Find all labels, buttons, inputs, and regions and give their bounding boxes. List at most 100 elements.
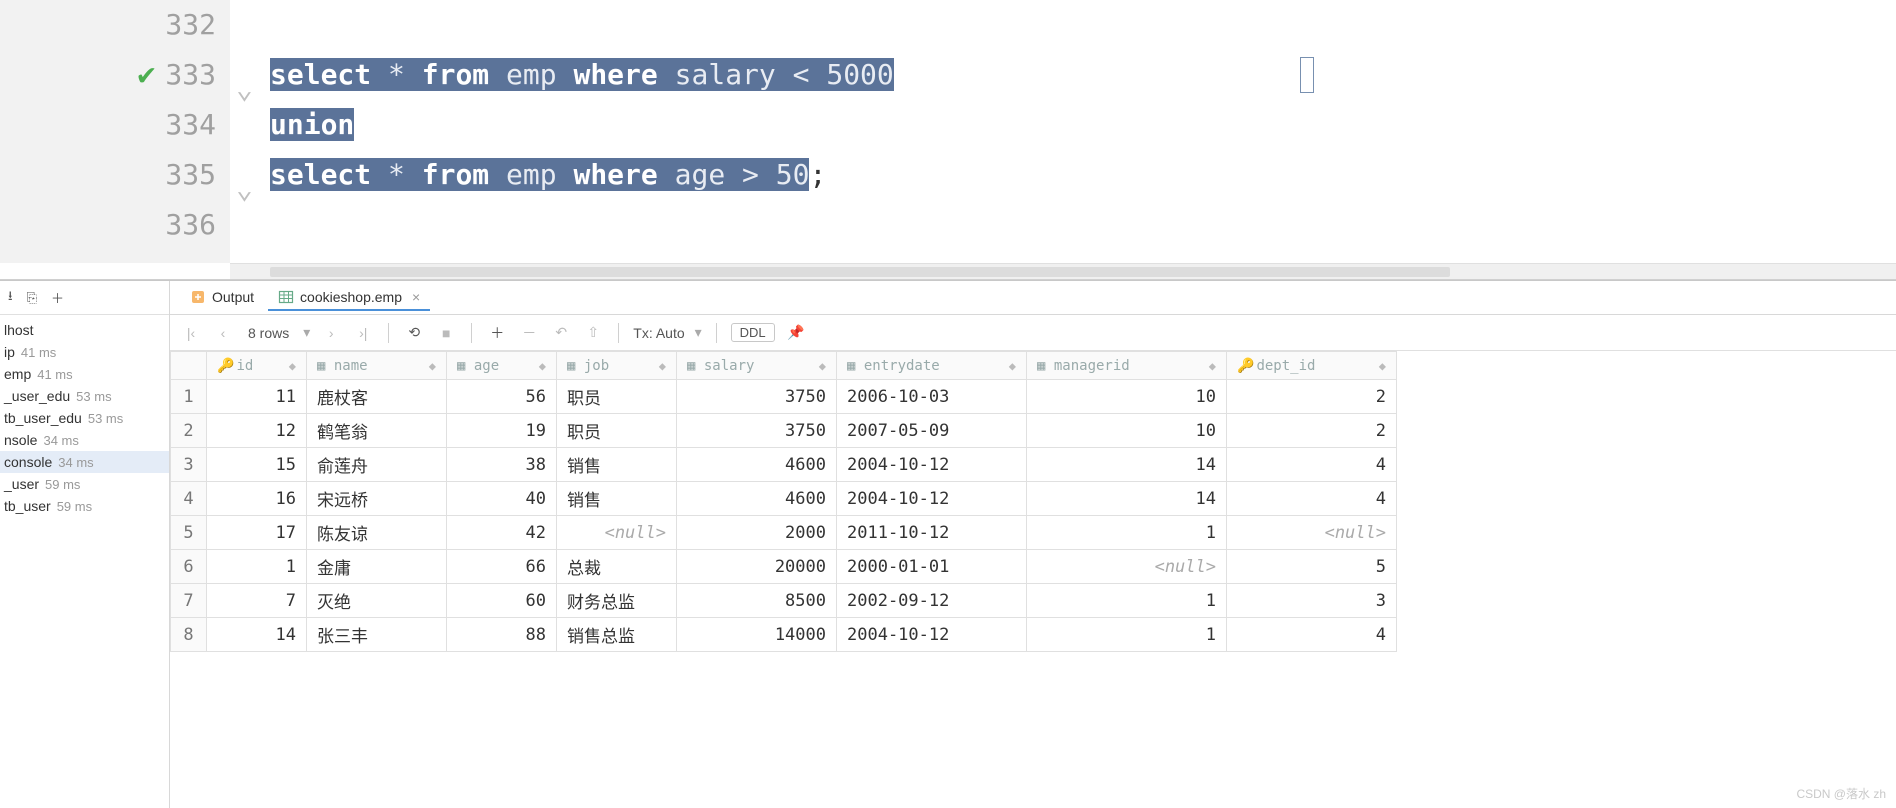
cell-age[interactable]: 60 <box>447 584 557 618</box>
column-header-managerid[interactable]: ▦ managerid◆ <box>1027 352 1227 380</box>
cell-managerid[interactable]: 1 <box>1027 618 1227 652</box>
service-item[interactable]: nsole34 ms <box>0 429 169 451</box>
cell-dept_id[interactable]: 3 <box>1227 584 1397 618</box>
cell-id[interactable]: 17 <box>207 516 307 550</box>
cell-dept_id[interactable]: <null> <box>1227 516 1397 550</box>
cell-salary[interactable]: 20000 <box>677 550 837 584</box>
cell-job[interactable]: 销售 <box>557 482 677 516</box>
cell-dept_id[interactable]: 2 <box>1227 380 1397 414</box>
code-line[interactable] <box>230 0 1896 50</box>
cell-age[interactable]: 66 <box>447 550 557 584</box>
cell-id[interactable]: 1 <box>207 550 307 584</box>
stop-icon[interactable]: ■ <box>435 322 457 344</box>
last-page-icon[interactable]: ›| <box>352 322 374 344</box>
download-icon[interactable]: ⭳ <box>8 287 13 309</box>
layout-icon[interactable]: ⎘ <box>27 290 37 306</box>
remove-row-icon[interactable]: － <box>518 322 540 344</box>
code-line[interactable]: ⌄select * from emp where age > 50; <box>230 150 1896 200</box>
column-header-id[interactable]: 🔑 id◆ <box>207 352 307 380</box>
fold-icon[interactable]: ⌄ <box>236 164 258 186</box>
cell-dept_id[interactable]: 2 <box>1227 414 1397 448</box>
cell-salary[interactable]: 2000 <box>677 516 837 550</box>
cell-job[interactable]: 销售总监 <box>557 618 677 652</box>
cell-entrydate[interactable]: 2006-10-03 <box>837 380 1027 414</box>
cell-age[interactable]: 88 <box>447 618 557 652</box>
cell-name[interactable]: 灭绝 <box>307 584 447 618</box>
scrollbar-thumb[interactable] <box>270 267 1450 277</box>
table-row[interactable]: 61金庸66总裁200002000-01-01<null>5 <box>171 550 1397 584</box>
table-row[interactable]: 814张三丰88销售总监140002004-10-1214 <box>171 618 1397 652</box>
table-row[interactable]: 416宋远桥40销售46002004-10-12144 <box>171 482 1397 516</box>
cell-salary[interactable]: 14000 <box>677 618 837 652</box>
service-item[interactable]: _user59 ms <box>0 473 169 495</box>
cell-name[interactable]: 陈友谅 <box>307 516 447 550</box>
cell-entrydate[interactable]: 2011-10-12 <box>837 516 1027 550</box>
service-item[interactable]: ip41 ms <box>0 341 169 363</box>
next-page-icon[interactable]: › <box>320 322 342 344</box>
cell-name[interactable]: 鹿杖客 <box>307 380 447 414</box>
cell-salary[interactable]: 4600 <box>677 482 837 516</box>
sort-icon[interactable]: ◆ <box>1009 359 1016 373</box>
tx-mode-label[interactable]: Tx: Auto <box>633 325 684 341</box>
code-line[interactable]: ⌄select * from emp where salary < 5000 <box>230 50 1896 100</box>
cell-name[interactable]: 张三丰 <box>307 618 447 652</box>
cell-age[interactable]: 40 <box>447 482 557 516</box>
cell-managerid[interactable]: 10 <box>1027 414 1227 448</box>
cell-age[interactable]: 56 <box>447 380 557 414</box>
table-row[interactable]: 315俞莲舟38销售46002004-10-12144 <box>171 448 1397 482</box>
table-row[interactable]: 517陈友谅42<null>20002011-10-121<null> <box>171 516 1397 550</box>
service-item[interactable]: _user_edu53 ms <box>0 385 169 407</box>
sort-icon[interactable]: ◆ <box>539 359 546 373</box>
cell-dept_id[interactable]: 5 <box>1227 550 1397 584</box>
service-item[interactable]: tb_user_edu53 ms <box>0 407 169 429</box>
cell-id[interactable]: 16 <box>207 482 307 516</box>
service-item[interactable]: emp41 ms <box>0 363 169 385</box>
cell-name[interactable]: 俞莲舟 <box>307 448 447 482</box>
cell-id[interactable]: 15 <box>207 448 307 482</box>
column-header-dept_id[interactable]: 🔑 dept_id◆ <box>1227 352 1397 380</box>
cell-age[interactable]: 19 <box>447 414 557 448</box>
service-item[interactable]: tb_user59 ms <box>0 495 169 517</box>
cell-age[interactable]: 42 <box>447 516 557 550</box>
sort-icon[interactable]: ◆ <box>659 359 666 373</box>
cell-entrydate[interactable]: 2004-10-12 <box>837 448 1027 482</box>
refresh-icon[interactable]: ⟲ <box>403 322 425 344</box>
cell-name[interactable]: 宋远桥 <box>307 482 447 516</box>
cell-job[interactable]: 职员 <box>557 414 677 448</box>
pin-icon[interactable]: 📌 <box>785 322 807 344</box>
code-lines[interactable]: ⌄select * from emp where salary < 5000un… <box>230 0 1896 263</box>
cell-managerid[interactable]: 14 <box>1027 482 1227 516</box>
cell-id[interactable]: 14 <box>207 618 307 652</box>
cell-name[interactable]: 金庸 <box>307 550 447 584</box>
sort-icon[interactable]: ◆ <box>429 359 436 373</box>
tx-dropdown-icon[interactable]: ▾ <box>695 324 702 341</box>
cell-salary[interactable]: 3750 <box>677 414 837 448</box>
tab-output[interactable]: Output <box>180 285 264 311</box>
cell-managerid[interactable]: 14 <box>1027 448 1227 482</box>
column-header-entrydate[interactable]: ▦ entrydate◆ <box>837 352 1027 380</box>
horizontal-scrollbar[interactable] <box>230 263 1896 279</box>
cell-job[interactable]: 职员 <box>557 380 677 414</box>
cell-entrydate[interactable]: 2002-09-12 <box>837 584 1027 618</box>
fold-icon[interactable]: ⌄ <box>236 64 258 86</box>
add-icon[interactable]: ＋ <box>51 288 64 307</box>
column-header-name[interactable]: ▦ name◆ <box>307 352 447 380</box>
cell-salary[interactable]: 4600 <box>677 448 837 482</box>
cell-dept_id[interactable]: 4 <box>1227 448 1397 482</box>
service-item[interactable]: console34 ms <box>0 451 169 473</box>
cell-entrydate[interactable]: 2000-01-01 <box>837 550 1027 584</box>
cell-dept_id[interactable]: 4 <box>1227 618 1397 652</box>
cell-job[interactable]: 财务总监 <box>557 584 677 618</box>
sort-icon[interactable]: ◆ <box>819 359 826 373</box>
tab-table[interactable]: cookieshop.emp × <box>268 285 430 311</box>
cell-managerid[interactable]: <null> <box>1027 550 1227 584</box>
sort-icon[interactable]: ◆ <box>289 359 296 373</box>
cell-job[interactable]: <null> <box>557 516 677 550</box>
table-row[interactable]: 212鹤笔翁19职员37502007-05-09102 <box>171 414 1397 448</box>
commit-icon[interactable]: ⇧ <box>582 322 604 344</box>
cell-managerid[interactable]: 1 <box>1027 584 1227 618</box>
column-header-job[interactable]: ▦ job◆ <box>557 352 677 380</box>
ddl-button[interactable]: DDL <box>731 323 775 342</box>
cell-salary[interactable]: 3750 <box>677 380 837 414</box>
cell-managerid[interactable]: 1 <box>1027 516 1227 550</box>
